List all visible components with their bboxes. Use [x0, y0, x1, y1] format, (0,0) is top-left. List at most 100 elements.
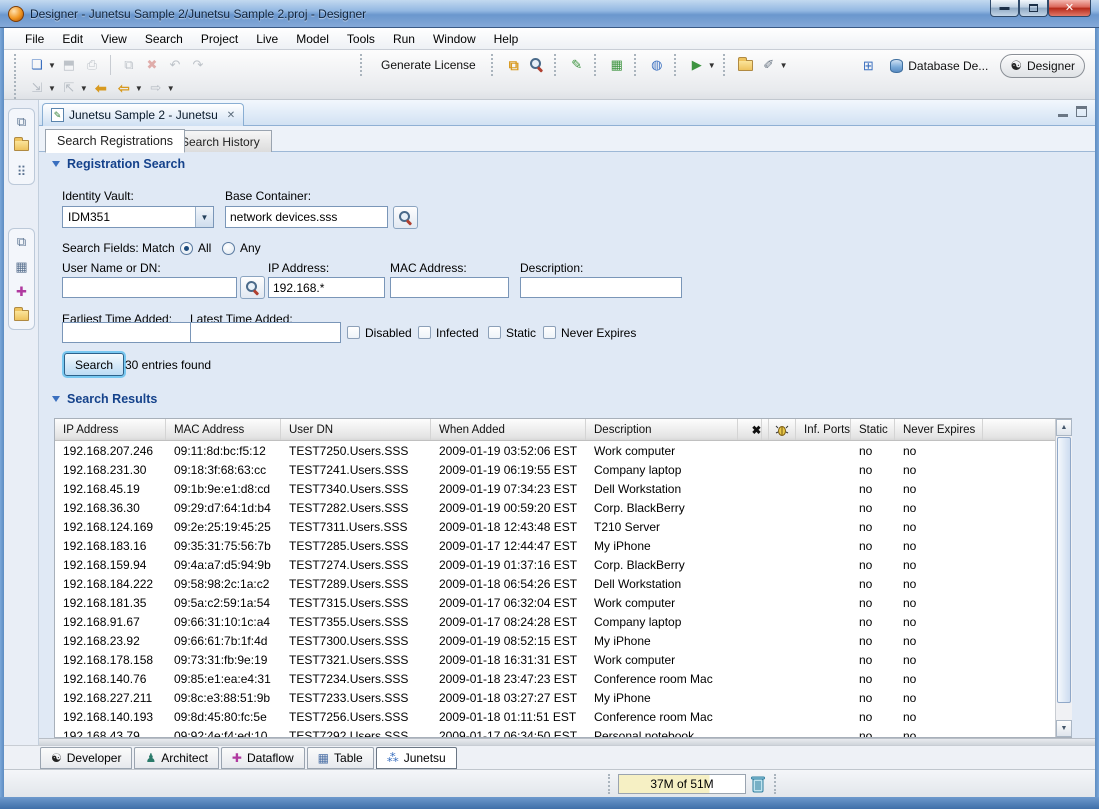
identity-vault-select[interactable]: IDM351 ▼ [62, 206, 214, 228]
col-disabled-icon[interactable]: ✖ [738, 419, 769, 440]
close-button[interactable]: ✕ [1048, 0, 1091, 17]
validate-icon[interactable]: ✎ [567, 55, 587, 75]
restore-view-icon[interactable]: ⧉ [17, 115, 26, 128]
tab-close-icon[interactable]: ✕ [227, 110, 235, 121]
back-icon[interactable]: ⇦ [114, 78, 134, 98]
table-row[interactable]: 192.168.183.16 09:35:31:75:56:7b TEST728… [55, 536, 1071, 555]
table-row[interactable]: 192.168.45.19 09:1b:9e:e1:d8:cd TEST7340… [55, 479, 1071, 498]
table-row[interactable]: 192.168.181.35 09:5a:c2:59:1a:54 TEST731… [55, 593, 1071, 612]
never-expires-checkbox[interactable] [543, 326, 556, 339]
paste-icon[interactable]: ⧉ [119, 55, 139, 75]
live-operations-icon[interactable]: ▶ [687, 55, 707, 75]
col-ip-address[interactable]: IP Address [55, 419, 166, 440]
table-row[interactable]: 192.168.43.79 09:92:4e:f4:ed:10 TEST7292… [55, 726, 1071, 738]
maximize-button[interactable] [1019, 0, 1048, 17]
dataflow-view-icon[interactable]: ✚ [16, 285, 27, 298]
user-dn-search-button[interactable] [240, 276, 265, 299]
run-report-icon[interactable]: ▦ [607, 55, 627, 75]
web-browser-icon[interactable]: ◍ [647, 55, 667, 75]
open-project-icon[interactable] [736, 55, 756, 75]
perspective-tab[interactable]: ▦ Table [307, 747, 374, 769]
menu-item[interactable]: Window [424, 29, 485, 49]
import-dropdown-icon[interactable]: ▼ [48, 84, 56, 93]
table-row[interactable]: 192.168.124.169 09:2e:25:19:45:25 TEST73… [55, 517, 1071, 536]
table-row[interactable]: 192.168.159.94 09:4a:a7:d5:94:9b TEST727… [55, 555, 1071, 574]
undo-icon[interactable]: ↶ [165, 55, 185, 75]
table-row[interactable]: 192.168.184.222 09:58:98:2c:1a:c2 TEST72… [55, 574, 1071, 593]
mac-address-input[interactable] [390, 277, 509, 298]
horizontal-sash[interactable] [39, 738, 1095, 745]
print-icon[interactable]: ⎙ [82, 55, 102, 75]
table-row[interactable]: 192.168.140.76 09:85:e1:ea:e4:31 TEST723… [55, 669, 1071, 688]
restore-view-icon[interactable]: ⧉ [17, 235, 26, 248]
generate-license-button[interactable]: Generate License [373, 54, 484, 76]
match-all-radio[interactable] [180, 242, 193, 255]
memory-monitor[interactable]: 37M of 51M [618, 774, 746, 794]
last-edit-location-icon[interactable]: ⬅ [91, 78, 111, 98]
table-row[interactable]: 192.168.91.67 09:66:31:10:1c:a4 TEST7355… [55, 612, 1071, 631]
minimize-button[interactable]: ▬ [990, 0, 1019, 17]
tab-search-registrations[interactable]: Search Registrations [45, 129, 185, 153]
forward-icon[interactable]: ⇨ [146, 78, 166, 98]
designer-perspective-button[interactable]: ☯ Designer [1000, 54, 1085, 78]
back-dropdown-icon[interactable]: ▼ [135, 84, 143, 93]
import-icon[interactable]: ⇲ [27, 78, 47, 98]
scroll-up-icon[interactable]: ▲ [1056, 419, 1072, 436]
export-icon[interactable]: ⇱ [59, 78, 79, 98]
style-brush-icon[interactable]: ✐ [759, 55, 779, 75]
disabled-checkbox[interactable] [347, 326, 360, 339]
static-checkbox[interactable] [488, 326, 501, 339]
menu-item[interactable]: Project [192, 29, 247, 49]
search-button[interactable]: Search [64, 353, 124, 376]
perspective-tab[interactable]: ⁂ Junetsu [376, 747, 457, 769]
infected-checkbox[interactable] [418, 326, 431, 339]
base-container-search-button[interactable] [393, 206, 418, 229]
col-description[interactable]: Description [586, 419, 738, 440]
maximize-view-icon[interactable] [1076, 106, 1087, 117]
latest-time-input[interactable] [190, 322, 341, 343]
col-inf-ports[interactable]: Inf. Ports [796, 419, 851, 440]
table-row[interactable]: 192.168.227.211 09:8c:e3:88:51:9b TEST72… [55, 688, 1071, 707]
deploy-icon[interactable]: ⧉ [504, 55, 524, 75]
col-never-expires[interactable]: Never Expires [895, 419, 983, 440]
description-input[interactable] [520, 277, 682, 298]
table-view-icon[interactable]: ▦ [15, 260, 27, 273]
perspective-tab[interactable]: ✚ Dataflow [221, 747, 305, 769]
base-container-input[interactable] [225, 206, 388, 228]
search-results-section-header[interactable]: Search Results [52, 392, 157, 406]
registration-search-section-header[interactable]: Registration Search [52, 157, 185, 171]
style-dropdown-icon[interactable]: ▼ [780, 61, 788, 70]
live-operations-dropdown-icon[interactable]: ▼ [708, 61, 716, 70]
menu-item[interactable]: View [92, 29, 136, 49]
menu-item[interactable]: Model [287, 29, 338, 49]
menu-item[interactable]: Run [384, 29, 424, 49]
col-mac-address[interactable]: MAC Address [166, 419, 281, 440]
perspective-tab[interactable]: ♟ Architect [134, 747, 218, 769]
match-any-radio[interactable] [222, 242, 235, 255]
minimize-view-icon[interactable] [1058, 114, 1068, 117]
delete-icon[interactable]: ✖ [142, 55, 162, 75]
open-perspective-icon[interactable]: ⊞ [858, 56, 878, 76]
menu-item[interactable]: Live [247, 29, 287, 49]
table-vertical-scrollbar[interactable]: ▲ ▼ [1055, 419, 1072, 737]
garbage-collect-icon[interactable] [750, 775, 766, 793]
forward-dropdown-icon[interactable]: ▼ [167, 84, 175, 93]
menu-item[interactable]: Tools [338, 29, 384, 49]
col-when-added[interactable]: When Added [431, 419, 586, 440]
table-row[interactable]: 192.168.207.246 09:11:8d:bc:f5:12 TEST72… [55, 441, 1071, 460]
table-row[interactable]: 192.168.231.30 09:18:3f:68:63:cc TEST724… [55, 460, 1071, 479]
redo-icon[interactable]: ↷ [188, 55, 208, 75]
user-dn-input[interactable] [62, 277, 237, 298]
menu-item[interactable]: Help [485, 29, 528, 49]
scrollbar-thumb[interactable] [1057, 437, 1071, 703]
table-row[interactable]: 192.168.140.193 09:8d:45:80:fc:5e TEST72… [55, 707, 1071, 726]
menu-item[interactable]: File [16, 29, 53, 49]
compare-icon[interactable] [527, 55, 547, 75]
export-dropdown-icon[interactable]: ▼ [80, 84, 88, 93]
new-wizard-icon[interactable]: ❏ [27, 55, 47, 75]
new-dropdown-icon[interactable]: ▼ [48, 61, 56, 70]
earliest-time-input[interactable] [62, 322, 193, 343]
perspective-tab[interactable]: ☯ Developer [40, 747, 132, 769]
scroll-down-icon[interactable]: ▼ [1056, 720, 1072, 737]
col-static[interactable]: Static [851, 419, 895, 440]
